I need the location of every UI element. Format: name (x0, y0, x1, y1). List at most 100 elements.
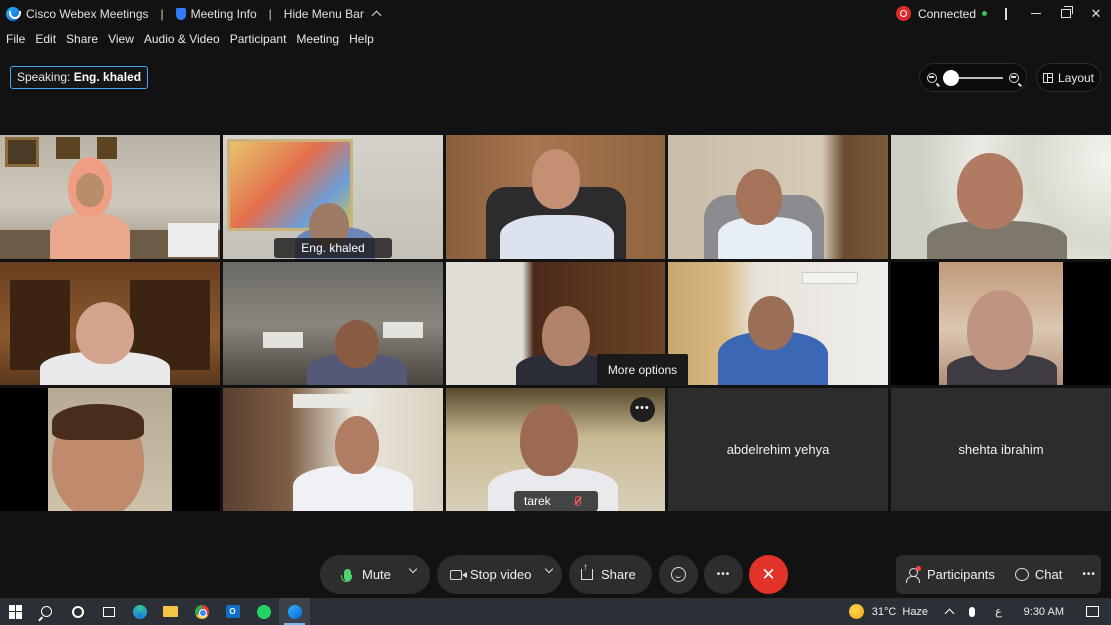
microphone-icon[interactable] (341, 568, 352, 582)
smiley-icon (671, 567, 686, 582)
taskbar-edge[interactable] (124, 598, 155, 625)
chevron-up-icon (371, 10, 382, 21)
layout-button[interactable]: Layout (1036, 63, 1101, 92)
stop-video-button[interactable]: Stop video (470, 567, 531, 582)
weather-temperature[interactable]: 31°C (872, 606, 897, 618)
person-face (76, 173, 104, 207)
outlook-icon: O (225, 605, 240, 618)
video-tile[interactable] (0, 135, 220, 259)
menu-edit[interactable]: Edit (35, 28, 56, 50)
video-tile[interactable] (223, 388, 443, 511)
connection-status: Connected (917, 6, 976, 21)
zoom-in-icon[interactable] (1009, 72, 1019, 83)
weather-description[interactable]: Haze (902, 606, 928, 618)
reactions-button[interactable] (659, 555, 698, 594)
video-tile[interactable] (446, 135, 665, 259)
video-tile[interactable] (668, 262, 888, 385)
webex-icon (287, 604, 302, 619)
system-tray: 31°C Haze ع 9:30 AM (848, 598, 1111, 625)
mute-control: Mute (320, 555, 430, 594)
title-bar: Cisco Webex Meetings | Meeting Info | Hi… (0, 0, 1111, 27)
person-head (76, 302, 134, 364)
zoom-slider[interactable] (943, 69, 1003, 86)
taskbar-whatsapp[interactable] (248, 598, 279, 625)
video-options-chevron-icon[interactable] (544, 564, 554, 574)
air-conditioner (263, 332, 303, 348)
menu-audio-video[interactable]: Audio & Video (144, 28, 220, 50)
restore-icon (1061, 6, 1073, 18)
video-tile[interactable] (668, 135, 888, 259)
participants-icon (906, 565, 921, 583)
video-tile[interactable] (0, 262, 220, 385)
chat-button[interactable]: Chat (1004, 567, 1072, 582)
more-options-button[interactable]: ••• (704, 555, 743, 594)
taskbar-file-explorer[interactable] (155, 598, 186, 625)
start-button[interactable] (0, 598, 31, 625)
video-feed (668, 135, 888, 259)
video-feed (0, 262, 220, 385)
input-language[interactable]: ع (995, 605, 1002, 618)
hide-menu-bar-button[interactable]: Hide Menu Bar (284, 7, 382, 21)
notification-center-icon[interactable] (1086, 606, 1099, 617)
meeting-info-button[interactable]: Meeting Info (175, 7, 257, 21)
wall-frame (97, 137, 117, 159)
menu-view[interactable]: View (108, 28, 134, 50)
microphone-in-use-icon[interactable] (969, 606, 976, 617)
menu-help[interactable]: Help (349, 28, 374, 50)
shield-icon (175, 7, 186, 20)
close-icon: ✕ (761, 565, 776, 584)
webex-logo-icon (6, 6, 21, 21)
restore-button[interactable] (1053, 0, 1079, 27)
mic-muted-icon (574, 496, 581, 506)
video-tile[interactable] (891, 135, 1111, 259)
video-feed (0, 135, 220, 259)
task-view-button[interactable] (93, 598, 124, 625)
recording-icon[interactable] (895, 6, 911, 21)
video-tile[interactable] (223, 262, 443, 385)
share-button[interactable]: Share (569, 555, 652, 594)
search-icon (41, 606, 52, 617)
edge-icon (132, 604, 147, 619)
taskbar-chrome[interactable] (186, 598, 217, 625)
close-window-button[interactable]: ✕ (1083, 0, 1109, 27)
menu-participant[interactable]: Participant (230, 28, 287, 50)
tile-more-options-button[interactable]: ••• (630, 397, 655, 422)
show-hidden-icons-chevron-icon[interactable] (944, 608, 955, 619)
title-separator: | (268, 6, 272, 21)
panel-controls: Participants Chat ••• (896, 555, 1101, 594)
video-tile[interactable] (891, 262, 1111, 385)
mute-button[interactable]: Mute (362, 567, 391, 582)
participant-name: shehta ibrahim (958, 441, 1044, 457)
panel-more-button[interactable]: ••• (1072, 569, 1106, 580)
video-feed (48, 388, 172, 511)
zoom-out-icon[interactable] (927, 72, 937, 83)
person-head (335, 416, 379, 474)
minimize-button[interactable] (1023, 0, 1049, 27)
participants-button[interactable]: Participants (896, 565, 1004, 583)
share-icon (581, 562, 593, 580)
clock-time[interactable]: 9:30 AM (1024, 606, 1064, 618)
video-tile[interactable] (0, 388, 220, 511)
taskbar-webex[interactable] (279, 598, 310, 625)
menu-file[interactable]: File (6, 28, 25, 50)
camera-icon[interactable] (450, 569, 467, 580)
participants-label: Participants (927, 567, 995, 582)
air-conditioner (802, 272, 858, 284)
participant-name: abdelrehim yehya (726, 441, 830, 457)
taskbar-search-button[interactable] (31, 598, 62, 625)
cortana-button[interactable] (62, 598, 93, 625)
weather-sun-icon[interactable] (848, 604, 864, 619)
video-tile-no-video[interactable]: shehta ibrahim (891, 388, 1111, 511)
video-tile-active-speaker[interactable]: Eng. khaled (223, 135, 443, 259)
end-meeting-button[interactable]: ✕ (749, 555, 788, 594)
mute-options-chevron-icon[interactable] (408, 564, 418, 574)
layout-grid-icon (1042, 72, 1053, 83)
participant-name-tag: Eng. khaled (274, 238, 392, 258)
zoom-slider-thumb[interactable] (943, 69, 959, 86)
video-tile-no-video[interactable]: abdelrehim yehya (668, 388, 888, 511)
taskbar-outlook[interactable]: O (217, 598, 248, 625)
menu-share[interactable]: Share (66, 28, 98, 50)
video-tile[interactable]: ••• tarek (446, 388, 665, 511)
more-dots-icon: ••• (716, 569, 731, 580)
menu-meeting[interactable]: Meeting (296, 28, 339, 50)
